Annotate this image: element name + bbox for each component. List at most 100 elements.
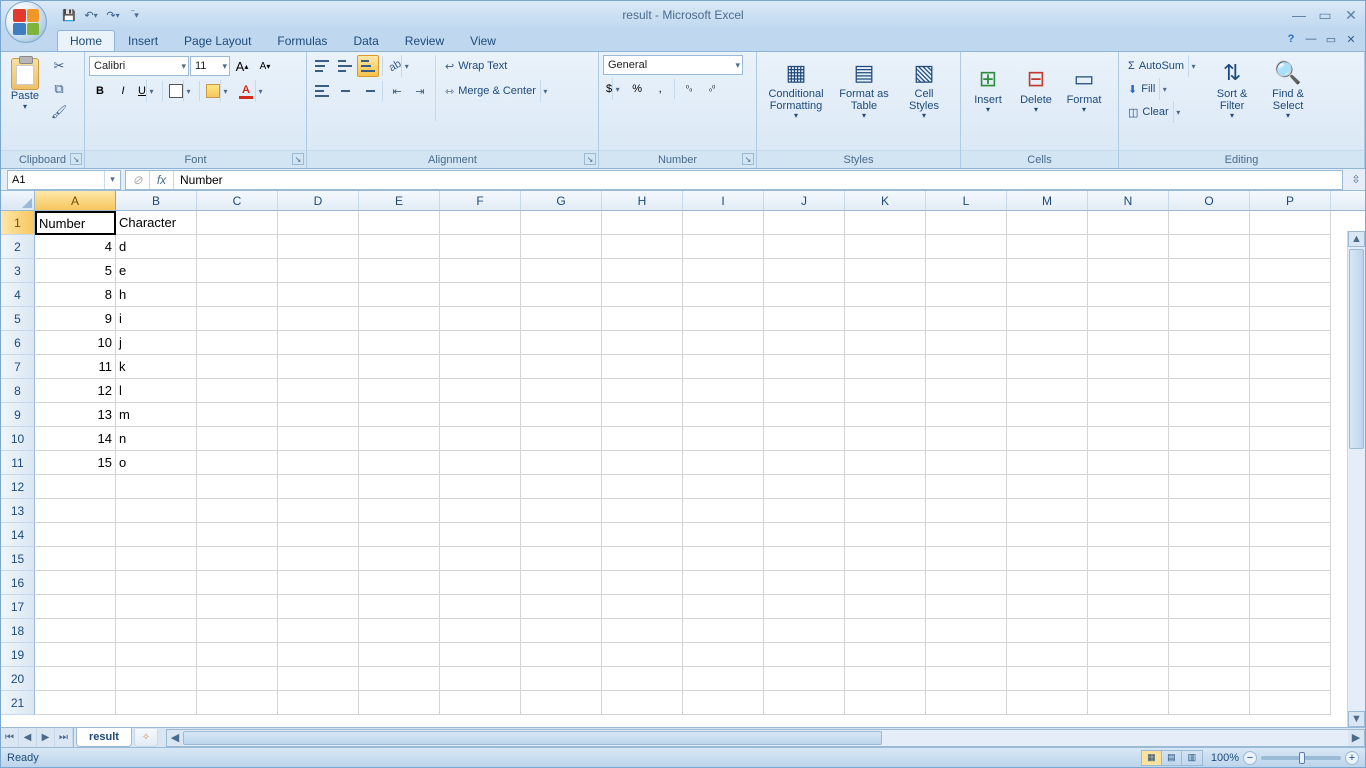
cell-C15[interactable] [197,547,278,571]
cell-P15[interactable] [1250,547,1331,571]
cell-G21[interactable] [521,691,602,715]
cell-F11[interactable] [440,451,521,475]
cell-J19[interactable] [764,643,845,667]
cell-J21[interactable] [764,691,845,715]
cell-N3[interactable] [1088,259,1169,283]
font-name-combo[interactable]: Calibri [89,56,189,76]
cell-O1[interactable] [1169,211,1250,235]
cell-B5[interactable]: i [116,307,197,331]
cell-H1[interactable] [602,211,683,235]
cell-E17[interactable] [359,595,440,619]
cell-E8[interactable] [359,379,440,403]
cell-M19[interactable] [1007,643,1088,667]
cell-N12[interactable] [1088,475,1169,499]
cell-P7[interactable] [1250,355,1331,379]
cell-G20[interactable] [521,667,602,691]
percent-button[interactable]: % [626,78,648,100]
cell-N21[interactable] [1088,691,1169,715]
formula-input[interactable]: Number [174,173,1342,187]
cell-F8[interactable] [440,379,521,403]
cell-G11[interactable] [521,451,602,475]
cell-F14[interactable] [440,523,521,547]
cell-M15[interactable] [1007,547,1088,571]
select-all-corner[interactable] [1,191,35,210]
cell-O11[interactable] [1169,451,1250,475]
cell-E3[interactable] [359,259,440,283]
ribbon-restore-button[interactable]: ▭ [1323,31,1339,47]
cell-K3[interactable] [845,259,926,283]
cell-H4[interactable] [602,283,683,307]
cell-O7[interactable] [1169,355,1250,379]
cancel-fx-button[interactable]: ⊘ [126,171,150,189]
column-header-F[interactable]: F [440,191,521,210]
cell-B16[interactable] [116,571,197,595]
cell-A13[interactable] [35,499,116,523]
column-header-G[interactable]: G [521,191,602,210]
cell-C1[interactable] [197,211,278,235]
tab-review[interactable]: Review [392,30,457,51]
cell-E6[interactable] [359,331,440,355]
fx-button[interactable]: fx [150,171,174,189]
cell-M14[interactable] [1007,523,1088,547]
scroll-right-button[interactable]: ▶ [1348,730,1364,746]
scroll-left-button[interactable]: ◀ [167,730,183,746]
cell-J8[interactable] [764,379,845,403]
cell-N17[interactable] [1088,595,1169,619]
cell-L7[interactable] [926,355,1007,379]
cell-I6[interactable] [683,331,764,355]
cell-P19[interactable] [1250,643,1331,667]
italic-button[interactable]: I [112,80,134,102]
cell-H5[interactable] [602,307,683,331]
border-button[interactable]: ▾ [166,80,196,102]
cell-E10[interactable] [359,427,440,451]
cut-button[interactable]: ✂ [47,55,71,77]
new-sheet-button[interactable]: ✧ [134,729,158,747]
cell-K8[interactable] [845,379,926,403]
cell-B11[interactable]: o [116,451,197,475]
cell-M21[interactable] [1007,691,1088,715]
cell-I9[interactable] [683,403,764,427]
cell-D1[interactable] [278,211,359,235]
column-header-D[interactable]: D [278,191,359,210]
horizontal-scrollbar[interactable]: ◀ ▶ [166,729,1365,747]
cell-N9[interactable] [1088,403,1169,427]
cell-M1[interactable] [1007,211,1088,235]
cell-D11[interactable] [278,451,359,475]
column-header-J[interactable]: J [764,191,845,210]
cell-P21[interactable] [1250,691,1331,715]
save-button[interactable]: 💾 [59,5,79,25]
column-header-K[interactable]: K [845,191,926,210]
row-header-7[interactable]: 7 [1,355,35,379]
fill-button[interactable]: ⬇Fill▾ [1123,78,1203,100]
cell-M16[interactable] [1007,571,1088,595]
cell-O12[interactable] [1169,475,1250,499]
cell-G12[interactable] [521,475,602,499]
currency-button[interactable]: $▾ [603,78,625,100]
cell-B13[interactable] [116,499,197,523]
cell-E4[interactable] [359,283,440,307]
cell-G7[interactable] [521,355,602,379]
cell-O5[interactable] [1169,307,1250,331]
increase-indent-button[interactable]: ⇥ [409,80,431,102]
cell-E9[interactable] [359,403,440,427]
cell-I11[interactable] [683,451,764,475]
cell-B12[interactable] [116,475,197,499]
cell-H10[interactable] [602,427,683,451]
number-launcher[interactable]: ↘ [742,153,754,165]
cell-P18[interactable] [1250,619,1331,643]
column-header-L[interactable]: L [926,191,1007,210]
cell-D10[interactable] [278,427,359,451]
cell-P1[interactable] [1250,211,1331,235]
cell-J15[interactable] [764,547,845,571]
cell-B9[interactable]: m [116,403,197,427]
cell-L14[interactable] [926,523,1007,547]
cell-H12[interactable] [602,475,683,499]
row-header-10[interactable]: 10 [1,427,35,451]
cell-C2[interactable] [197,235,278,259]
cell-J18[interactable] [764,619,845,643]
cell-I15[interactable] [683,547,764,571]
cell-M9[interactable] [1007,403,1088,427]
row-header-21[interactable]: 21 [1,691,35,715]
cell-K14[interactable] [845,523,926,547]
row-header-12[interactable]: 12 [1,475,35,499]
